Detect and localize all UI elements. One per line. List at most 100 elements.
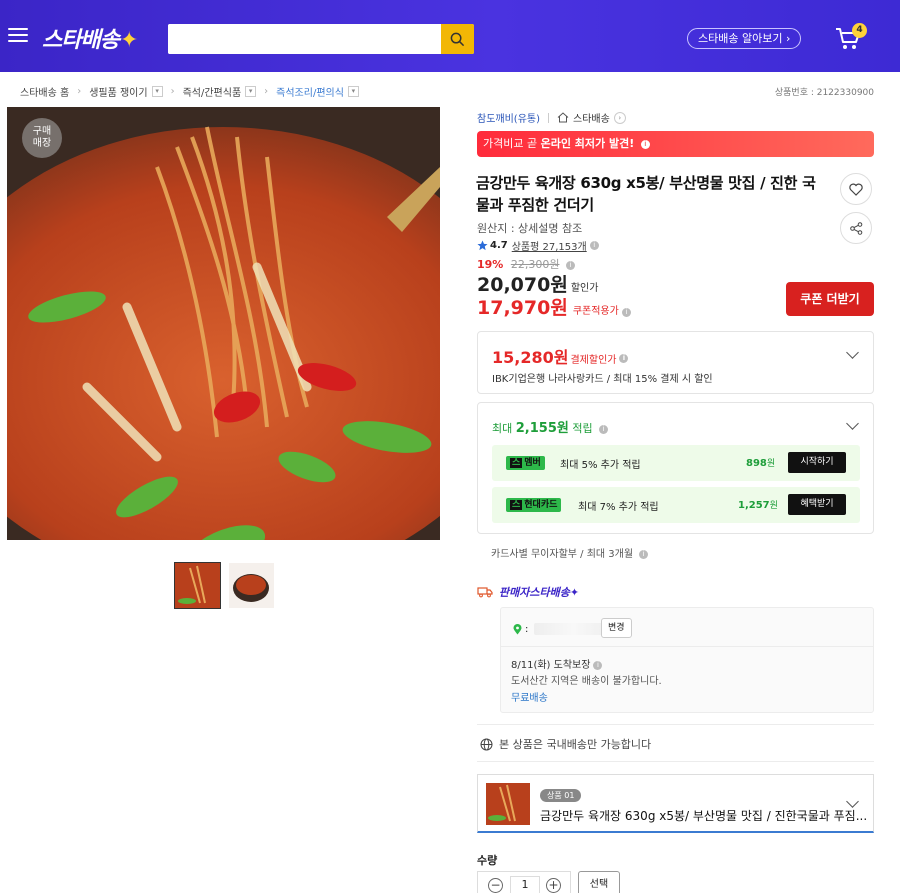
thumbnail-1[interactable] xyxy=(174,562,221,609)
coupon-price-row: 17,970원 쿠폰적용가 i xyxy=(477,293,631,320)
menu-icon[interactable] xyxy=(8,28,28,43)
chevron-down-icon: ▾ xyxy=(151,86,163,97)
get-benefit-button[interactable]: 혜택받기 xyxy=(788,494,846,515)
rating-value: 4.7 xyxy=(490,240,508,251)
info-icon[interactable]: i xyxy=(621,308,631,317)
delivery-header: 판매자스타배송✦ xyxy=(477,584,579,600)
reward-text: 최대 5% 추가 적립 xyxy=(560,460,641,471)
product-title: 금강만두 육개장 630g x5봉/ 부산명물 맛집 / 진한 국물과 푸짐한 … xyxy=(476,174,816,214)
reward-row-membership: 스 멤버 최대 5% 추가 적립 898원 시작하기 xyxy=(492,445,860,481)
chevron-down-icon xyxy=(846,795,859,808)
review-count-link[interactable]: 상품평 27,153개 xyxy=(512,238,587,253)
start-membership-button[interactable]: 시작하기 xyxy=(788,452,846,473)
payment-discount-price: 15,280원 결제할인가 i xyxy=(492,344,629,368)
price-compare-banner[interactable]: 가격비교 곧 온라인 최저가 발견! i xyxy=(477,131,874,157)
logo[interactable]: 스타배송✦ xyxy=(42,22,138,54)
remote-area-notice: 도서산간 지역은 배송이 불가합니다. xyxy=(511,676,662,687)
reward-amount: 1,257원 xyxy=(738,500,778,511)
breadcrumb-category-2[interactable]: 즉석/간편식품 ▾ xyxy=(183,84,257,99)
chevron-down-icon[interactable] xyxy=(846,346,859,359)
rewards-box: 최대 2,155원 적립 i 스 멤버 최대 5% 추가 적립 898원 시작하기… xyxy=(477,402,874,534)
home-icon xyxy=(557,112,569,123)
option-name: 금강만두 육개장 630g x5봉/ 부산명물 맛집 / 진한국물과 푸짐... xyxy=(540,809,868,823)
quantity-input[interactable]: 1 xyxy=(510,876,540,893)
info-icon[interactable]: i xyxy=(593,660,603,670)
logo-star-icon: ✦ xyxy=(119,28,138,53)
breadcrumb-home[interactable]: 스타배송 홈 xyxy=(20,84,69,99)
membership-tag: 스 멤버 xyxy=(506,456,545,470)
chevron-down-icon[interactable] xyxy=(846,417,859,430)
increase-quantity-button[interactable]: + xyxy=(546,878,561,893)
info-icon[interactable]: i xyxy=(589,241,599,250)
chevron-right-icon: › xyxy=(613,111,626,124)
store-purchase-badge: 구매 매장 xyxy=(22,118,62,158)
store-link[interactable]: 스타배송 › xyxy=(557,110,626,125)
breadcrumb: 스타배송 홈 › 생필품 쟁이기 ▾ › 즉석/간편식품 ▾ › 즉석조리/편의식 ▾ xyxy=(20,84,359,99)
coupon-price: 17,970원 xyxy=(477,297,568,319)
breadcrumb-category-1[interactable]: 생필품 쟁이기 ▾ xyxy=(89,84,163,99)
rating-row: 4.7 상품평 27,153개 i xyxy=(477,238,599,253)
rewards-title: 최대 2,155원 적립 i xyxy=(492,417,609,436)
divider xyxy=(477,761,874,762)
thumbnail-2[interactable] xyxy=(229,563,274,608)
divider xyxy=(477,724,874,725)
wishlist-button[interactable] xyxy=(840,173,872,205)
search-icon xyxy=(450,32,465,46)
info-icon[interactable]: i xyxy=(565,260,575,270)
payment-discount-desc: IBK기업은행 나라사랑카드 / 최대 15% 결제 시 할인 xyxy=(492,374,713,385)
breadcrumb-separator: › xyxy=(77,86,82,97)
payment-discount-box[interactable]: 15,280원 결제할인가 i IBK기업은행 나라사랑카드 / 최대 15% 결제… xyxy=(477,331,874,394)
info-icon: i xyxy=(640,139,650,149)
search-button[interactable] xyxy=(441,24,474,54)
address-row: : xyxy=(513,623,613,635)
globe-icon xyxy=(480,738,493,750)
origin-info: 원산지 : 상세설명 참조 xyxy=(477,222,583,235)
chevron-down-icon: ▾ xyxy=(245,86,257,97)
info-icon[interactable]: i xyxy=(599,424,609,434)
seller-row: 참도깨비(유통) 스타배송 › xyxy=(477,110,626,125)
banner-prefix: 가격비교 곧 xyxy=(483,137,541,150)
star-icon xyxy=(477,240,488,251)
select-button[interactable]: 선택 xyxy=(578,871,620,893)
option-selector[interactable]: 상품 01 금강만두 육개장 630g x5봉/ 부산명물 맛집 / 진한국물과… xyxy=(477,774,874,833)
arrival-guarantee: 8/11(화) 도착보장 i xyxy=(511,656,603,671)
search-input[interactable] xyxy=(168,24,440,54)
get-coupon-button[interactable]: 쿠폰 더받기 xyxy=(786,282,874,316)
address-colon: : xyxy=(525,623,529,635)
option-thumbnail xyxy=(486,783,530,825)
chevron-down-icon: ▾ xyxy=(347,86,359,97)
divider xyxy=(548,112,550,123)
payment-discount-label: 결제할인가 xyxy=(570,355,617,366)
share-icon xyxy=(849,221,862,235)
divider xyxy=(501,646,873,647)
search-bar xyxy=(168,24,474,54)
share-button[interactable] xyxy=(840,212,872,244)
heart-icon xyxy=(849,183,863,196)
installment-info: 카드사별 무이자할부 / 최대 3개월 i xyxy=(491,545,649,560)
location-pin-icon xyxy=(513,623,522,634)
breadcrumb-separator: › xyxy=(264,86,269,97)
free-shipping-link[interactable]: 무료배송 xyxy=(511,689,548,704)
change-address-button[interactable]: 변경 xyxy=(601,618,632,638)
shipping-box: : 변경 8/11(화) 도착보장 i 도서산간 지역은 배송이 불가합니다. 무… xyxy=(500,607,874,713)
option-badge: 상품 01 xyxy=(540,789,582,802)
decrease-quantity-button[interactable]: − xyxy=(488,878,503,893)
seller-link[interactable]: 참도깨비(유통) xyxy=(477,110,540,125)
sale-price-label: 할인가 xyxy=(570,283,599,294)
banner-highlight: 온라인 최저가 발견! xyxy=(540,137,635,150)
about-star-delivery-button[interactable]: 스타배송 알아보기 › xyxy=(687,28,802,49)
breadcrumb-category-3[interactable]: 즉석조리/편의식 ▾ xyxy=(276,84,359,99)
truck-icon xyxy=(477,587,493,598)
quantity-label: 수량 xyxy=(477,854,498,867)
food-photo xyxy=(7,107,440,540)
cart-count-badge: 4 xyxy=(852,23,867,38)
reward-amount: 898원 xyxy=(746,458,776,469)
reward-row-card: 스 현대카드 최대 7% 추가 적립 1,257원 혜택받기 xyxy=(492,487,860,523)
reward-text: 최대 7% 추가 적립 xyxy=(578,502,659,513)
product-main-image[interactable] xyxy=(7,107,440,540)
info-icon[interactable]: i xyxy=(619,354,629,363)
domestic-notice: 본 상품은 국내배송만 가능합니다 xyxy=(480,736,651,752)
top-header: 스타배송✦ 스타배송 알아보기 › 4 xyxy=(0,0,900,72)
delivery-seller: 판매자스타배송✦ xyxy=(499,586,580,599)
info-icon[interactable]: i xyxy=(639,549,649,559)
